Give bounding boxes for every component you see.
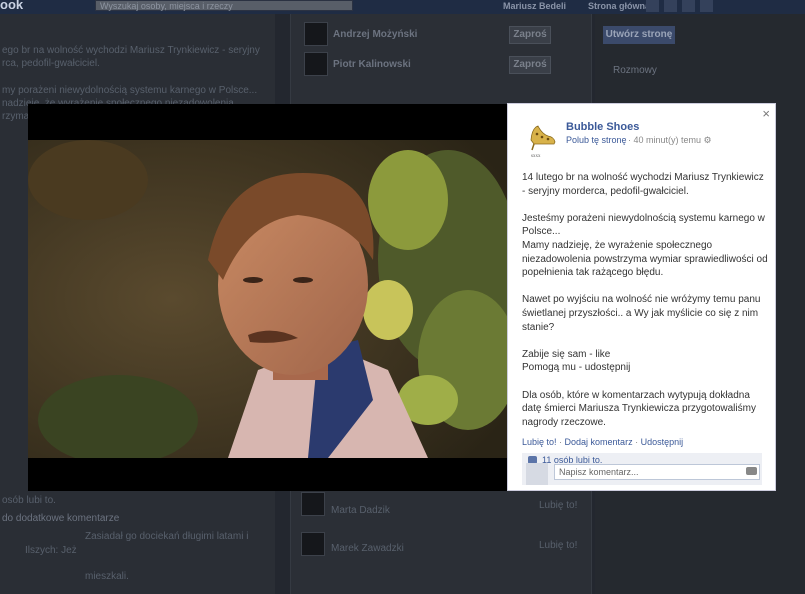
user-name-link[interactable]: Mariusz Bedeli xyxy=(503,0,566,12)
comment-avatar[interactable] xyxy=(301,532,325,556)
post-actions: Lubię to! · Dodaj komentarz · Udostępnij xyxy=(522,437,684,447)
bg-post-text: my porażeni niewydolnością systemu karne… xyxy=(2,85,258,96)
comment-like-link[interactable]: Lubię to! xyxy=(539,540,577,551)
comment-like-link[interactable]: Lubię to! xyxy=(539,500,577,511)
likes-and-comments: 11 osób lubi to. Napisz komentarz... xyxy=(522,453,762,485)
bg-comment-text: Zasiadał go dociekań długimi latami i xyxy=(85,531,249,542)
suggestion-avatar[interactable] xyxy=(304,52,328,76)
timestamp-text: · 40 minut(y) temu xyxy=(628,135,702,145)
create-page-button[interactable]: Utwórz stronę xyxy=(603,26,675,44)
camera-icon[interactable] xyxy=(746,467,757,475)
top-bar: ook Wyszukaj osoby, miejsca i rzeczy Mar… xyxy=(0,0,805,14)
messages-icon[interactable] xyxy=(664,0,677,12)
add-comment-link[interactable]: Dodaj komentarz xyxy=(565,437,633,447)
shoe-logo-icon: sxxx xyxy=(530,125,556,159)
svg-text:sxxx: sxxx xyxy=(531,154,541,158)
post-timestamp: · 40 minut(y) temu ⚙ xyxy=(628,135,712,146)
page-avatar[interactable]: sxxx xyxy=(528,120,558,159)
post-info-panel: × sxxx Bubble Shoes Polub tę stronę · 40… xyxy=(507,103,776,491)
bg-likes-count: osób lubi to. xyxy=(2,495,56,506)
post-paragraph: Dla osób, które w komentarzach wytypują … xyxy=(522,389,756,428)
search-input[interactable]: Wyszukaj osoby, miejsca i rzeczy xyxy=(95,0,353,11)
post-paragraph: Zabije się sam - like Pomogą mu - udostę… xyxy=(522,348,631,374)
post-paragraph: Jesteśmy porażeni niewydolnością systemu… xyxy=(522,212,768,279)
bg-more-comments-link[interactable]: do dodatkowe komentarze xyxy=(2,512,119,525)
friends-icon[interactable] xyxy=(646,0,659,12)
facebook-logo[interactable]: ook xyxy=(0,0,23,12)
comment-avatar[interactable] xyxy=(301,492,325,516)
suggestion-name[interactable]: Andrzej Możyński xyxy=(333,28,417,41)
invite-button[interactable]: Zaproś xyxy=(509,56,551,74)
bg-post-text: rca, pedofil-gwałciciel. xyxy=(2,58,100,69)
post-paragraph: 14 lutego br na wolność wychodzi Mariusz… xyxy=(522,172,764,197)
comment-input[interactable]: Napisz komentarz... xyxy=(554,464,760,480)
comment-author[interactable]: Marta Dadzik xyxy=(331,504,390,517)
sidebar-item-label[interactable]: Rozmowy xyxy=(613,64,657,77)
settings-icon[interactable] xyxy=(700,0,713,12)
invite-button[interactable]: Zaproś xyxy=(509,26,551,44)
post-paragraph: Nawet po wyjściu na wolność nie wróżymy … xyxy=(522,294,761,333)
suggestion-avatar[interactable] xyxy=(304,22,328,46)
notifications-icon[interactable] xyxy=(682,0,695,12)
home-link[interactable]: Strona główna xyxy=(588,0,650,12)
like-link[interactable]: Lubię to! xyxy=(522,437,557,447)
post-photo[interactable] xyxy=(28,140,507,458)
close-icon[interactable]: × xyxy=(762,106,770,121)
suggestion-name[interactable]: Piotr Kalinowski xyxy=(333,58,411,71)
comment-author[interactable]: Marek Zawadzki xyxy=(331,542,404,555)
share-link[interactable]: Udostępnij xyxy=(641,437,684,447)
post-text: 14 lutego br na wolność wychodzi Mariusz… xyxy=(522,171,768,443)
page-name-link[interactable]: Bubble Shoes xyxy=(566,121,639,133)
like-page-link[interactable]: Polub tę stronę xyxy=(566,135,627,145)
bg-comment-text: Ilszych: Jeż xyxy=(25,545,77,556)
viewer-avatar xyxy=(526,463,548,485)
photo-image xyxy=(28,140,507,458)
bg-post-text: ego br na wolność wychodzi Mariusz Trynk… xyxy=(2,45,260,56)
bg-comment-text: mieszkali. xyxy=(85,571,129,582)
privacy-gear-icon[interactable]: ⚙ xyxy=(704,135,712,145)
